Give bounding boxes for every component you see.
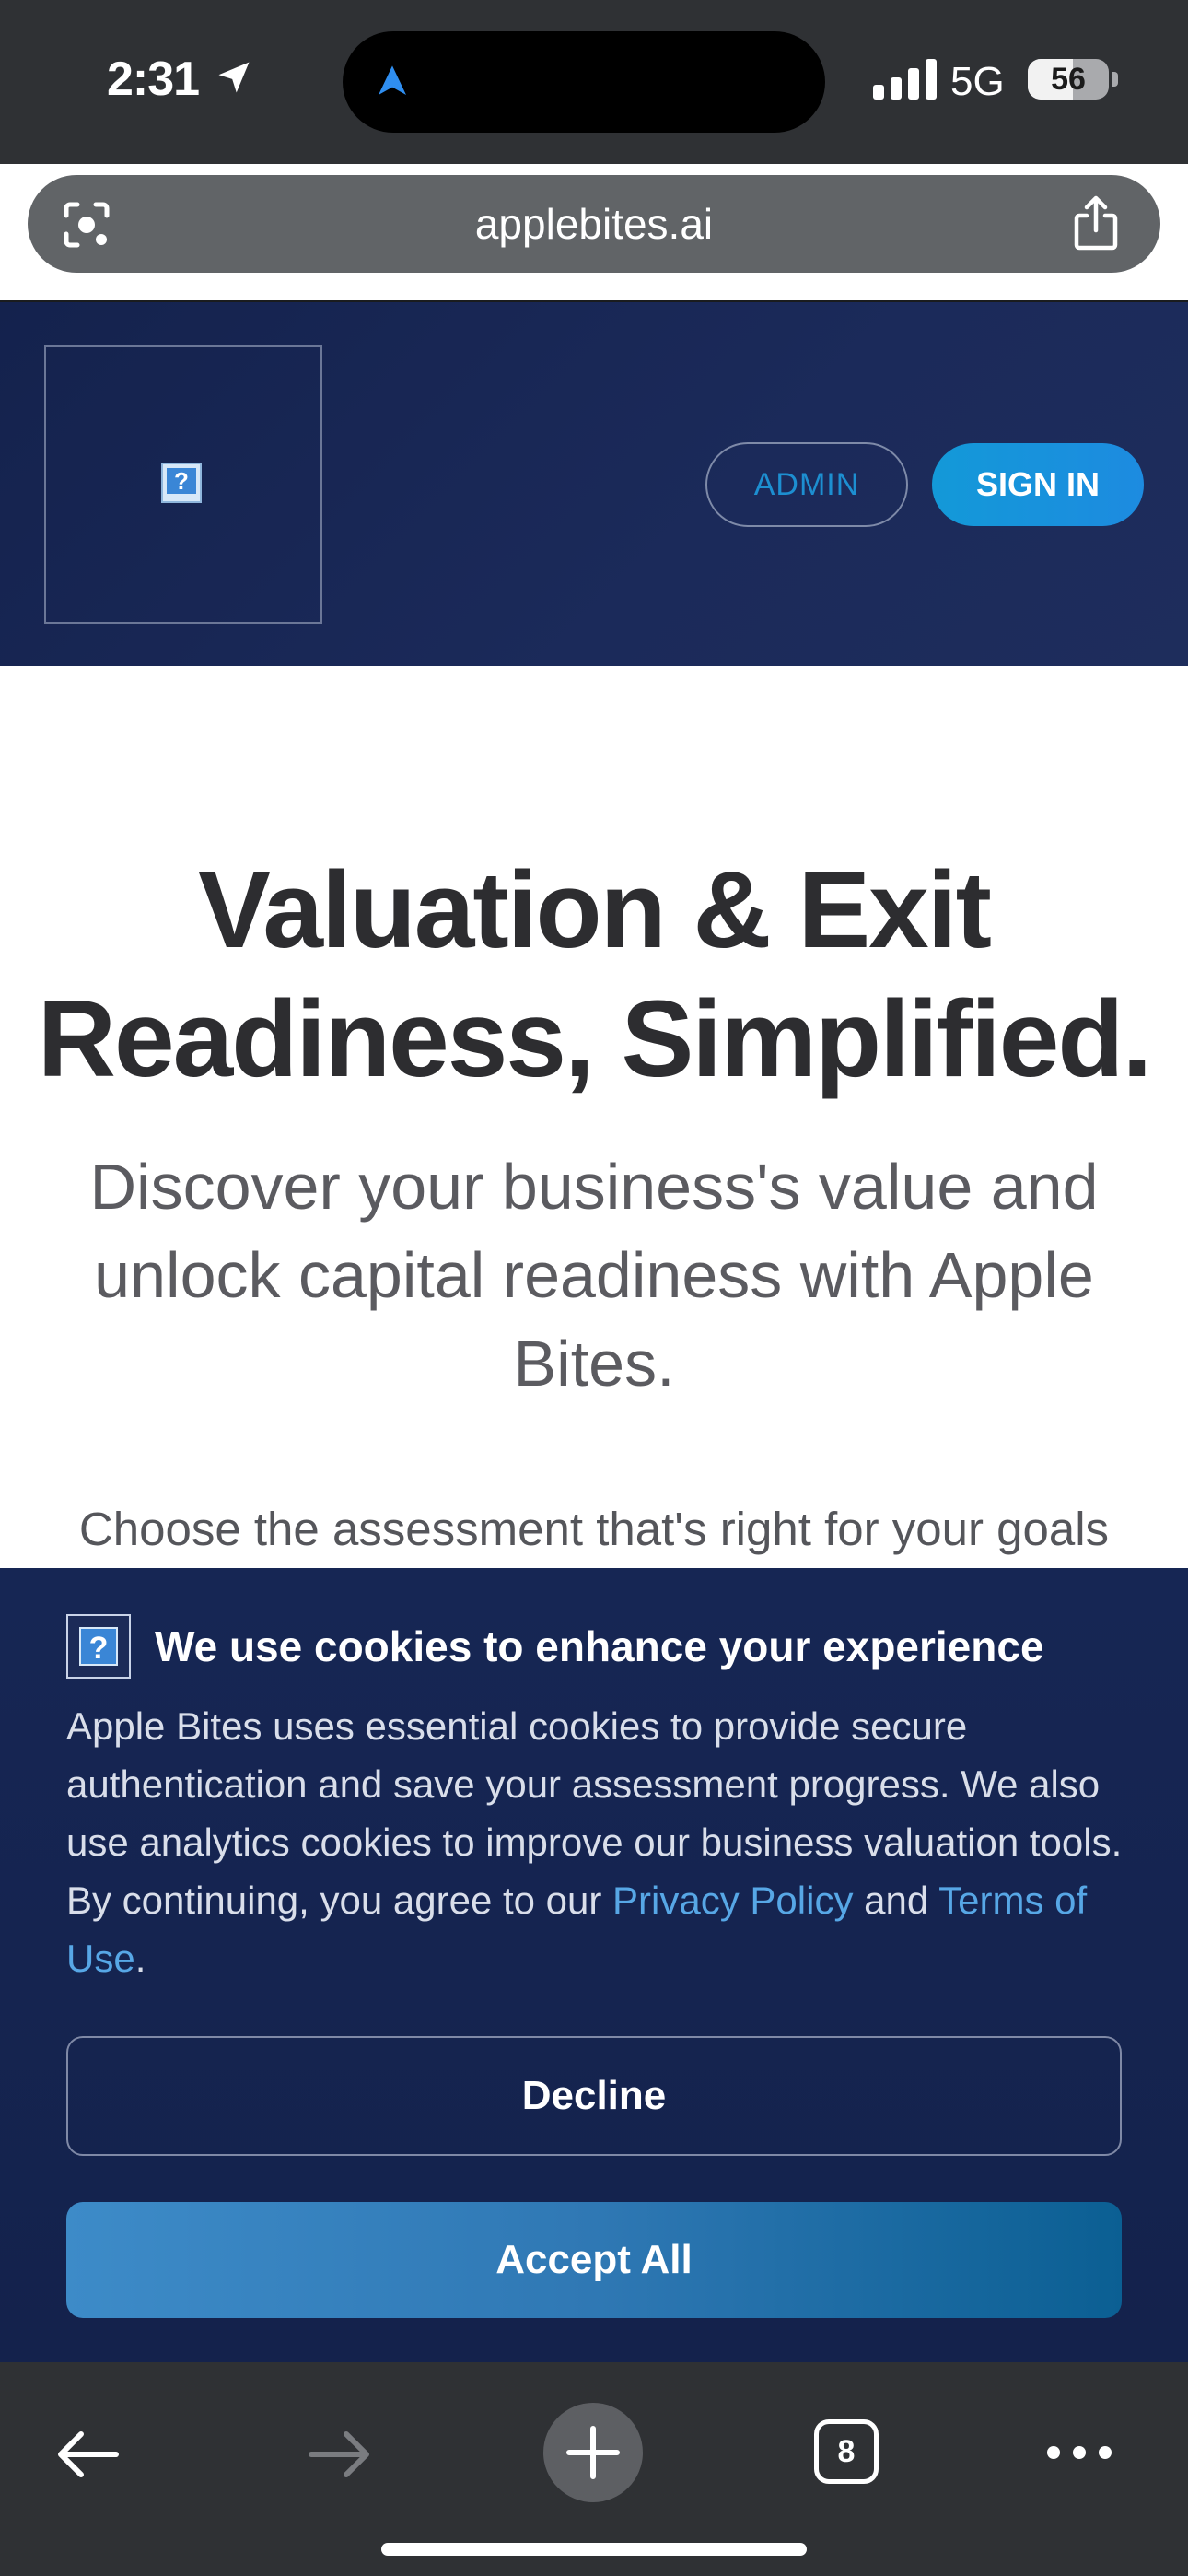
back-icon[interactable] [53, 2429, 120, 2480]
hero-title-line-2: Readiness, Simplified. [37, 978, 1152, 1100]
signal-icon [873, 59, 937, 100]
hero-title: Valuation & Exit Readiness, Simplified. [0, 846, 1188, 1104]
hero-subtitle: Discover your business's value and unloc… [89, 1151, 1099, 1399]
cookie-and-text: and [853, 1879, 939, 1922]
status-bar: 2:31 5G 56 [0, 0, 1188, 164]
battery-nub [1112, 72, 1118, 87]
accept-all-button[interactable]: Accept All [66, 2202, 1122, 2318]
address-bar[interactable]: applebites.ai [28, 175, 1160, 273]
battery-level: 56 [1051, 62, 1086, 97]
more-icon[interactable] [1046, 2443, 1112, 2462]
sign-in-button[interactable]: SIGN IN [932, 443, 1144, 526]
forward-icon[interactable] [308, 2429, 374, 2480]
navigation-arrow-icon [379, 65, 406, 95]
network-type: 5G [950, 59, 1005, 104]
lens-icon[interactable] [61, 199, 112, 251]
decline-button[interactable]: Decline [66, 2036, 1122, 2156]
broken-image-icon: ? [66, 1614, 131, 1679]
logo-image[interactable]: ? [44, 345, 322, 624]
cookie-body: Apple Bites uses essential cookies to pr… [66, 1697, 1135, 1987]
hero-title-line-1: Valuation & Exit [198, 849, 992, 971]
broken-image-icon: ? [161, 463, 202, 503]
privacy-policy-link[interactable]: Privacy Policy [612, 1879, 853, 1922]
share-icon[interactable] [1070, 195, 1122, 252]
status-time: 2:31 [107, 53, 200, 106]
cookie-title: We use cookies to enhance your experienc… [155, 1622, 1044, 1670]
plus-icon [566, 2426, 620, 2479]
cookie-banner: ? We use cookies to enhance your experie… [0, 1568, 1188, 2362]
url-text[interactable]: applebites.ai [28, 175, 1160, 273]
admin-button[interactable]: ADMIN [705, 442, 908, 527]
site-header: ? ADMIN SIGN IN [0, 302, 1188, 666]
home-indicator [381, 2543, 807, 2556]
location-arrow-icon [218, 62, 250, 93]
choose-assessment-prompt: Choose the assessment that's right for y… [78, 1503, 1110, 1555]
battery-icon: 56 [1028, 59, 1109, 100]
dynamic-island [343, 31, 825, 133]
tabs-icon[interactable]: 8 [814, 2419, 879, 2484]
cookie-period: . [134, 1937, 146, 1980]
new-tab-button[interactable] [543, 2403, 643, 2502]
